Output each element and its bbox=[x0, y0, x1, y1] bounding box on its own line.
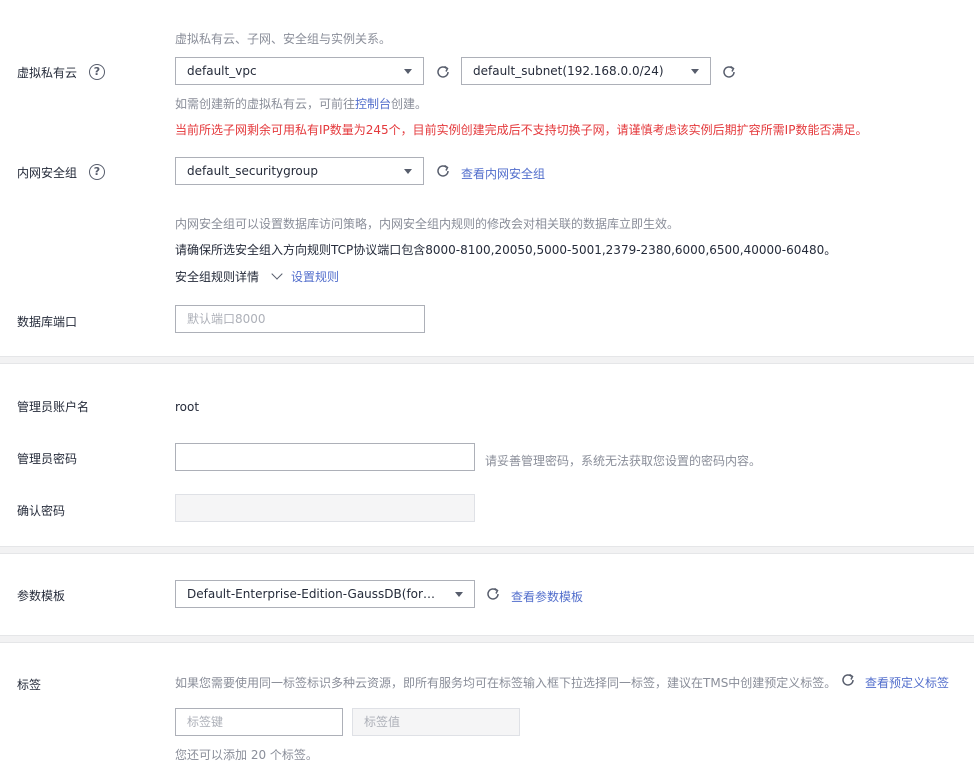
tag-value-input[interactable] bbox=[352, 708, 520, 736]
help-icon[interactable]: ? bbox=[89, 164, 105, 180]
section-divider bbox=[0, 546, 974, 554]
port-notice: 请确保所选安全组入方向规则TCP协议端口包含8000-8100,20050,50… bbox=[175, 243, 837, 257]
security-group-select[interactable]: default_securitygroup bbox=[175, 157, 424, 185]
create-hint-prefix: 如需创建新的虚拟私有云，可前往 bbox=[175, 97, 356, 111]
caret-down-icon bbox=[455, 592, 463, 597]
caret-down-icon bbox=[404, 169, 412, 174]
vpc-relation-hint: 虚拟私有云、子网、安全组与实例关系。 bbox=[175, 32, 392, 46]
admin-account-label: 管理员账户名 bbox=[17, 400, 90, 414]
view-param-template-link[interactable]: 查看参数模板 bbox=[511, 588, 583, 605]
admin-password-input[interactable] bbox=[175, 443, 475, 471]
subnet-select[interactable]: default_subnet(192.168.0.0/24) bbox=[461, 57, 711, 85]
create-hint-suffix: 创建。 bbox=[391, 97, 428, 111]
password-hint: 请妥善管理密码，系统无法获取您设置的密码内容。 bbox=[485, 454, 762, 468]
view-predefined-tags-link[interactable]: 查看预定义标签 bbox=[865, 674, 949, 691]
tags-remaining: 您还可以添加 20 个标签。 bbox=[175, 748, 318, 762]
admin-password-label: 管理员密码 bbox=[17, 452, 78, 466]
confirm-password-label: 确认密码 bbox=[17, 504, 66, 518]
caret-down-icon bbox=[691, 69, 699, 74]
security-group-hint: 内网安全组可以设置数据库访问策略，内网安全组内规则的修改会对相关联的数据库立即生… bbox=[175, 217, 680, 231]
console-link[interactable]: 控制台 bbox=[355, 97, 391, 111]
subnet-ip-warning: 当前所选子网剩余可用私有IP数量为245个，目前实例创建完成后不支持切换子网，请… bbox=[175, 123, 868, 137]
vpc-label: 虚拟私有云 bbox=[17, 66, 78, 80]
tag-key-input[interactable] bbox=[175, 708, 343, 736]
view-security-group-link[interactable]: 查看内网安全组 bbox=[461, 165, 545, 182]
security-group-select-value: default_securitygroup bbox=[187, 164, 318, 178]
security-group-label: 内网安全组 bbox=[17, 166, 78, 180]
vpc-select-value: default_vpc bbox=[187, 64, 257, 78]
section-divider bbox=[0, 635, 974, 643]
admin-account-value: root bbox=[175, 400, 200, 414]
subnet-select-value: default_subnet(192.168.0.0/24) bbox=[473, 64, 664, 78]
refresh-icon[interactable] bbox=[435, 163, 451, 179]
vpc-create-hint: 如需创建新的虚拟私有云，可前往控制台创建。 bbox=[175, 95, 427, 112]
tags-hint: 如果您需要使用同一标签标识多种云资源，即所有服务均可在标签输入框下拉选择同一标签… bbox=[175, 676, 837, 690]
section-divider bbox=[0, 356, 974, 364]
tags-label: 标签 bbox=[17, 678, 42, 692]
confirm-password-input[interactable] bbox=[175, 494, 475, 522]
refresh-icon[interactable] bbox=[485, 586, 501, 602]
vpc-select[interactable]: default_vpc bbox=[175, 57, 424, 85]
db-port-input[interactable] bbox=[175, 305, 425, 333]
param-template-select[interactable]: Default-Enterprise-Edition-GaussDB(for o… bbox=[175, 580, 475, 608]
refresh-icon[interactable] bbox=[721, 64, 737, 80]
chevron-down-icon[interactable] bbox=[271, 268, 283, 280]
set-rules-link[interactable]: 设置规则 bbox=[291, 268, 339, 285]
refresh-icon[interactable] bbox=[840, 672, 856, 688]
param-template-select-value: Default-Enterprise-Edition-GaussDB(for o… bbox=[187, 587, 438, 601]
db-port-label: 数据库端口 bbox=[17, 315, 78, 329]
rules-detail-toggle[interactable]: 安全组规则详情 bbox=[175, 268, 259, 285]
refresh-icon[interactable] bbox=[435, 64, 451, 80]
help-icon[interactable]: ? bbox=[89, 64, 105, 80]
caret-down-icon bbox=[404, 69, 412, 74]
param-template-label: 参数模板 bbox=[17, 589, 66, 603]
